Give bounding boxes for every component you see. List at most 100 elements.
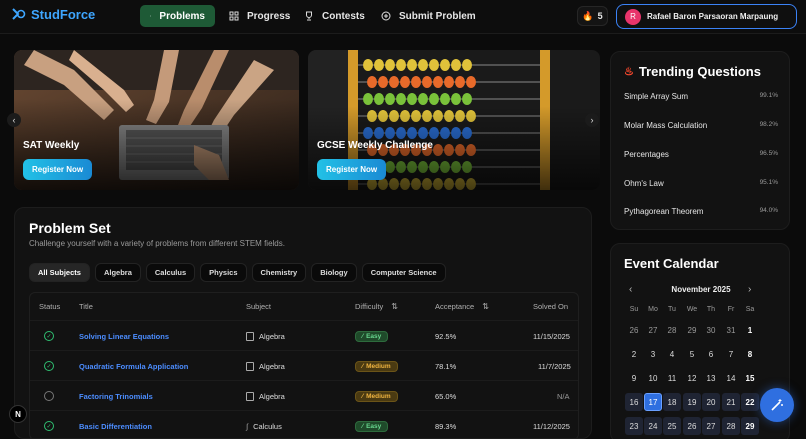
- calendar-day[interactable]: 23: [625, 417, 643, 435]
- calendar-day[interactable]: 20: [702, 393, 720, 411]
- calendar-day[interactable]: 12: [683, 369, 701, 387]
- weekday-label: Fr: [727, 306, 735, 313]
- trending-item[interactable]: Simple Array Sum 99.1%: [624, 92, 778, 101]
- filter-physics[interactable]: Physics: [200, 263, 247, 282]
- table-row[interactable]: ✓ Basic Differentiation ∫ Calculus ⁄ Easy …: [30, 410, 578, 438]
- nav-progress[interactable]: Progress: [219, 5, 300, 27]
- function-icon: ∫: [246, 421, 249, 431]
- problem-title-link[interactable]: Quadratic Formula Application: [79, 351, 188, 381]
- calendar-day[interactable]: 21: [722, 393, 740, 411]
- bar-icon: ⁄: [362, 362, 364, 370]
- calendar-day[interactable]: 28: [663, 321, 681, 339]
- sort-icon[interactable]: ⇅: [391, 302, 398, 311]
- slide-sat-weekly[interactable]: SAT Weekly Register Now: [14, 50, 299, 190]
- difficulty-badge: ⁄ Easy: [355, 420, 389, 432]
- trending-item-pct: 99.1%: [759, 92, 778, 99]
- calendar-month: November 2025: [671, 285, 731, 294]
- weekday-label: Mo: [648, 306, 658, 313]
- col-difficulty[interactable]: Difficulty ⇅: [355, 293, 398, 320]
- nav-contests[interactable]: Contests: [294, 5, 375, 27]
- table-row[interactable]: ✓ Solving Linear Equations Algebra ⁄ Easy…: [30, 320, 578, 350]
- slide-title: GCSE Weekly Challenge: [317, 140, 433, 151]
- brand-logo[interactable]: StudForce: [10, 6, 95, 22]
- trending-title-row: ♨ Trending Questions: [624, 64, 761, 79]
- calendar-day[interactable]: 18: [663, 393, 681, 411]
- calendar-day[interactable]: 30: [702, 321, 720, 339]
- streak-counter[interactable]: 🔥 5: [577, 6, 608, 26]
- solved-on-date: N/A: [557, 391, 570, 401]
- problem-title-link[interactable]: Solving Linear Equations: [79, 321, 169, 351]
- calendar-title: Event Calendar: [624, 256, 719, 271]
- register-now-button[interactable]: Register Now: [23, 159, 93, 180]
- nav-submit-problem[interactable]: Submit Problem: [371, 5, 486, 27]
- trending-item[interactable]: Pythagorean Theorem 94.0%: [624, 207, 778, 216]
- calendar-day[interactable]: 3: [644, 345, 662, 363]
- calendar-day[interactable]: 7: [722, 345, 740, 363]
- filter-computer-science[interactable]: Computer Science: [361, 263, 446, 282]
- calendar-day[interactable]: 14: [722, 369, 740, 387]
- calendar-day[interactable]: 4: [663, 345, 681, 363]
- filter-algebra[interactable]: Algebra: [94, 263, 141, 282]
- filter-all-subjects[interactable]: All Subjects: [29, 263, 90, 282]
- calendar-day[interactable]: 16: [625, 393, 643, 411]
- acceptance-rate: 65.0%: [435, 391, 457, 401]
- calendar-day[interactable]: 19: [683, 393, 701, 411]
- calendar-day[interactable]: 26: [625, 321, 643, 339]
- nav-problems[interactable]: Problems: [140, 5, 215, 27]
- col-acceptance-label: Acceptance: [435, 302, 475, 311]
- calendar-day[interactable]: 31: [722, 321, 740, 339]
- trending-item[interactable]: Ohm's Law 95.1%: [624, 179, 778, 188]
- calendar-day[interactable]: 6: [702, 345, 720, 363]
- calendar-day[interactable]: 25: [663, 417, 681, 435]
- calendar-day[interactable]: 13: [702, 369, 720, 387]
- calendar-day[interactable]: 8: [741, 345, 759, 363]
- problems-table: Status Title Subject Difficulty ⇅ Accept…: [29, 292, 579, 438]
- corner-badge[interactable]: N: [9, 405, 27, 423]
- calendar-day[interactable]: 24: [644, 417, 662, 435]
- carousel-prev-button[interactable]: ‹: [7, 113, 21, 127]
- difficulty-badge: ⁄ Easy: [355, 330, 389, 342]
- problem-set-subtitle: Challenge yourself with a variety of pro…: [29, 239, 285, 248]
- filter-chemistry[interactable]: Chemistry: [251, 263, 307, 282]
- slide-gcse-weekly-challenge[interactable]: GCSE Weekly Challenge Register Now: [308, 50, 600, 190]
- calendar-day[interactable]: 2: [625, 345, 643, 363]
- user-menu[interactable]: R Rafael Baron Parsaoran Marpaung: [616, 4, 797, 29]
- sort-icon[interactable]: ⇅: [482, 302, 489, 311]
- filter-biology[interactable]: Biology: [311, 263, 357, 282]
- table-row[interactable]: ✓ Quadratic Formula Application Algebra …: [30, 350, 578, 380]
- calendar-day[interactable]: 10: [644, 369, 662, 387]
- difficulty-text: Medium: [366, 392, 391, 400]
- flame-icon: ♨: [624, 66, 634, 78]
- calendar-day[interactable]: 11: [663, 369, 681, 387]
- calendar-day[interactable]: 9: [625, 369, 643, 387]
- calendar-day[interactable]: 22: [741, 393, 759, 411]
- calendar-day[interactable]: 29: [683, 321, 701, 339]
- problem-set-panel: Problem Set Challenge yourself with a va…: [14, 207, 592, 439]
- calendar-day[interactable]: 26: [683, 417, 701, 435]
- col-acceptance[interactable]: Acceptance ⇅: [435, 293, 489, 320]
- calendar-day[interactable]: 28: [722, 417, 740, 435]
- register-now-button[interactable]: Register Now: [317, 159, 387, 180]
- calendar-day[interactable]: 27: [702, 417, 720, 435]
- problem-title-link[interactable]: Basic Differentiation: [79, 411, 152, 438]
- trending-title: Trending Questions: [638, 64, 761, 79]
- trending-item[interactable]: Percentages 96.5%: [624, 150, 778, 159]
- calendar-day[interactable]: 27: [644, 321, 662, 339]
- trending-item[interactable]: Molar Mass Calculation 98.2%: [624, 121, 778, 130]
- calendar-day[interactable]: 5: [683, 345, 701, 363]
- next-month-button[interactable]: ›: [748, 284, 751, 295]
- carousel-next-button[interactable]: ›: [585, 113, 599, 127]
- solved-on-date: 11/15/2025: [533, 331, 570, 341]
- calendar-day[interactable]: 15: [741, 369, 759, 387]
- acceptance-rate: 92.5%: [435, 331, 457, 341]
- weekday-label: Su: [629, 306, 639, 313]
- plus-circle-icon: [381, 11, 391, 21]
- calendar-day[interactable]: 29: [741, 417, 759, 435]
- problem-title-link[interactable]: Factoring Trinomials: [79, 381, 153, 411]
- book-icon: [246, 331, 254, 341]
- calendar-day[interactable]: 1: [741, 321, 759, 339]
- filter-calculus[interactable]: Calculus: [145, 263, 196, 282]
- magic-assist-button[interactable]: [760, 388, 794, 422]
- calendar-day[interactable]: 17: [644, 393, 662, 411]
- table-row[interactable]: Factoring Trinomials Algebra ⁄ Medium 65.…: [30, 380, 578, 410]
